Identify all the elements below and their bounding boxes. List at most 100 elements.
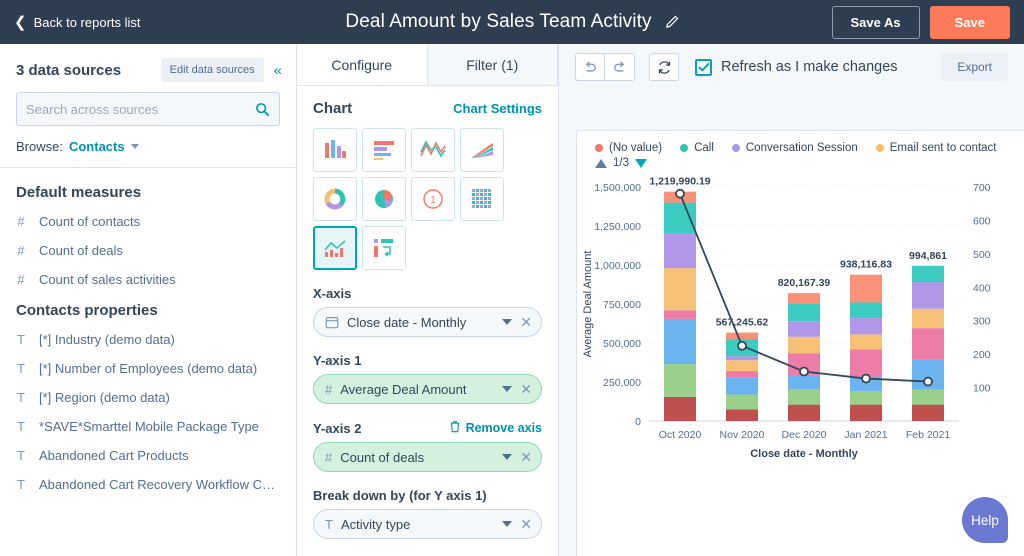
list-item[interactable]: T *SAVE*Smarttel Mobile Package Type [0, 412, 296, 441]
x-axis-field[interactable]: Close date - Monthly ✕ [313, 307, 542, 337]
list-item[interactable]: T [*] Number of Employees (demo data) [0, 354, 296, 383]
chevron-down-icon[interactable] [502, 521, 513, 527]
chart-pane: Refresh as I make changes Export (No val… [559, 44, 1024, 556]
data-sources-title: 3 data sources [16, 61, 122, 79]
configure-panel: Configure Filter (1) Chart Chart Setting… [297, 44, 559, 556]
number-icon: # [325, 381, 333, 397]
svg-text:0: 0 [635, 416, 641, 428]
combo-chart-icon[interactable] [313, 226, 357, 270]
save-as-button[interactable]: Save As [831, 5, 920, 39]
undo-icon[interactable] [575, 53, 605, 81]
list-item[interactable]: T [*] Industry (demo data) [0, 325, 296, 354]
list-item[interactable]: # Count of deals [0, 236, 296, 265]
donut-chart-icon[interactable] [313, 177, 357, 221]
svg-text:1,250,000: 1,250,000 [594, 221, 641, 233]
svg-text:250,000: 250,000 [603, 377, 641, 389]
data-sources-header: 3 data sources Edit data sources « [0, 44, 296, 90]
svg-text:Oct 2020: Oct 2020 [659, 429, 702, 441]
area-chart-icon[interactable] [460, 128, 504, 172]
browse-value[interactable]: Contacts [69, 139, 125, 154]
chart-settings-link[interactable]: Chart Settings [453, 101, 542, 116]
export-button[interactable]: Export [941, 53, 1008, 81]
heatmap-icon[interactable] [460, 177, 504, 221]
close-icon[interactable]: ✕ [520, 450, 532, 464]
save-button[interactable]: Save [929, 5, 1010, 39]
chevron-down-icon[interactable] [502, 454, 513, 460]
field-label: Abandoned Cart Recovery Workflow Con... [39, 477, 280, 492]
legend-page-indicator: 1/3 [613, 157, 629, 169]
close-icon[interactable]: ✕ [520, 517, 532, 531]
svg-text:Feb 2021: Feb 2021 [906, 429, 951, 441]
list-item[interactable]: T [*] Region (demo data) [0, 383, 296, 412]
y-axis-1-label: Y-axis 1 [313, 353, 362, 368]
legend-pager: 1/3 [577, 154, 1024, 169]
chevron-double-left-icon[interactable]: « [274, 62, 284, 79]
funnel-chart-icon[interactable] [362, 226, 406, 270]
text-icon: T [325, 516, 333, 532]
svg-text:500,000: 500,000 [603, 338, 641, 350]
field-label: *SAVE*Smarttel Mobile Package Type [39, 419, 259, 434]
bar-chart-icon[interactable] [362, 128, 406, 172]
edit-data-sources-button[interactable]: Edit data sources [160, 58, 264, 82]
tab-filter[interactable]: Filter (1) [426, 44, 558, 86]
svg-text:100: 100 [973, 383, 991, 395]
legend-item[interactable]: Email sent to contact [875, 142, 997, 154]
chevron-down-icon[interactable] [502, 386, 513, 392]
legend-page-down-icon[interactable] [635, 158, 647, 168]
close-icon[interactable]: ✕ [520, 315, 532, 329]
fields-list: Default measures # Count of contacts # C… [0, 168, 296, 556]
panel-tabs: Configure Filter (1) [297, 44, 558, 86]
y-axis-1-field[interactable]: # Average Deal Amount ✕ [313, 374, 542, 404]
legend-color-swatch [680, 144, 689, 152]
calendar-icon [325, 315, 339, 329]
search-box[interactable] [16, 92, 280, 126]
tab-configure[interactable]: Configure [297, 44, 427, 86]
svg-text:Nov 2020: Nov 2020 [720, 429, 765, 441]
field-label: Count of deals [39, 243, 123, 258]
search-wrap [0, 90, 296, 126]
group-title-contacts-properties: Contacts properties [16, 302, 158, 319]
remove-axis-label: Remove axis [465, 421, 542, 435]
chevron-down-icon[interactable] [502, 319, 513, 325]
back-to-reports-list-link[interactable]: ❮ Back to reports list [14, 15, 141, 30]
chart-plot-area: Average Deal AmountCount of deals0250,00… [577, 169, 1024, 479]
legend-color-swatch [731, 144, 740, 152]
refresh-icon[interactable] [649, 53, 679, 81]
y-axis-2-field[interactable]: # Count of deals ✕ [313, 442, 542, 472]
refresh-as-i-make-changes-checkbox[interactable]: Refresh as I make changes [695, 58, 898, 76]
chart-type-grid: 1 [313, 128, 542, 270]
svg-text:Dec 2020: Dec 2020 [782, 429, 827, 441]
checkbox-checked-icon[interactable] [695, 58, 712, 76]
close-icon[interactable]: ✕ [520, 382, 532, 396]
pie-chart-icon[interactable] [362, 177, 406, 221]
summary-number-icon[interactable]: 1 [411, 177, 455, 221]
legend-page-up-icon[interactable] [595, 158, 607, 168]
list-item[interactable]: T Abandoned Cart Products [0, 441, 296, 470]
legend-item[interactable]: Conversation Session [731, 142, 858, 154]
breakdown-field[interactable]: T Activity type ✕ [313, 509, 542, 539]
chevron-down-icon[interactable] [130, 144, 139, 149]
column-chart-icon[interactable] [313, 128, 357, 172]
help-button[interactable]: Help [962, 497, 1008, 543]
svg-text:700: 700 [973, 182, 991, 194]
line-chart-icon[interactable] [411, 128, 455, 172]
combo-chart-svg[interactable]: Average Deal AmountCount of deals0250,00… [577, 169, 1024, 479]
list-item[interactable]: T Abandoned Cart Recovery Workflow Con..… [0, 470, 296, 499]
search-input[interactable] [26, 101, 255, 117]
undo-redo-group [575, 53, 635, 81]
number-icon: # [325, 449, 333, 465]
group-title-default-measures: Default measures [16, 184, 142, 201]
legend-item[interactable]: Call [680, 142, 714, 154]
browse-row: Browse: Contacts [0, 126, 296, 168]
pencil-icon[interactable] [664, 15, 679, 30]
remove-axis-button[interactable]: Remove axis [449, 420, 542, 436]
redo-icon[interactable] [605, 53, 635, 81]
chart-legend: (No value) Call Conversation Session Ema… [577, 131, 1024, 154]
svg-text:1: 1 [430, 195, 436, 206]
search-icon[interactable] [255, 102, 270, 117]
list-item[interactable]: # Count of sales activities [0, 265, 296, 294]
list-item[interactable]: # Count of contacts [0, 207, 296, 236]
legend-label: Conversation Session [745, 142, 858, 154]
chart-section-header: Chart Chart Settings [313, 100, 542, 117]
legend-item[interactable]: (No value) [595, 142, 662, 154]
